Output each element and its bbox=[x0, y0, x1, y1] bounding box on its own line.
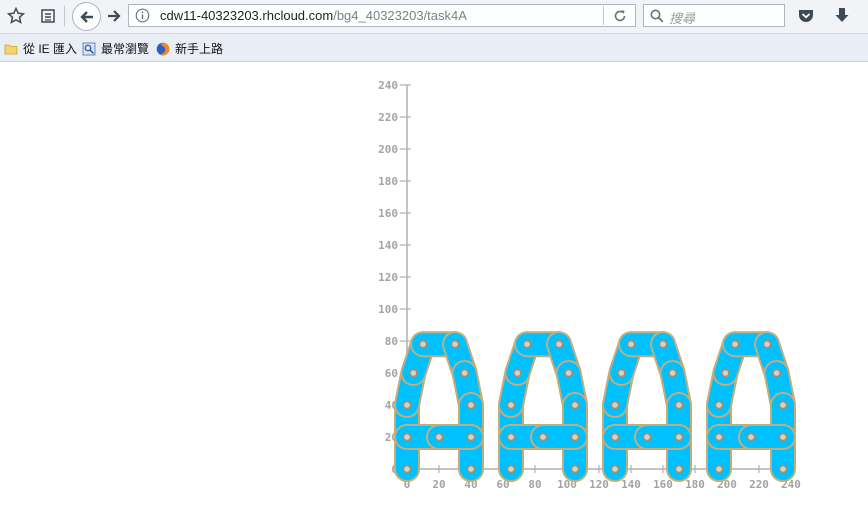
y-tick-label: 120 bbox=[378, 271, 398, 284]
x-tick-label: 160 bbox=[653, 478, 673, 491]
chain-pivot bbox=[409, 368, 418, 378]
bookmark-label: 從 IE 匯入 bbox=[23, 42, 78, 56]
downloads-icon[interactable] bbox=[832, 6, 852, 26]
y-tick-label: 100 bbox=[378, 303, 398, 316]
y-tick-label: 140 bbox=[378, 239, 398, 252]
y-tick-label: 80 bbox=[385, 335, 398, 348]
chain-pivot bbox=[772, 368, 781, 378]
chain-pivot bbox=[714, 464, 724, 474]
chain-pivot bbox=[570, 464, 580, 474]
y-tick-label: 160 bbox=[378, 207, 398, 220]
chain-pivot bbox=[778, 400, 788, 410]
chain-pivot bbox=[668, 368, 677, 378]
chain-pivot bbox=[642, 432, 652, 442]
search-bar[interactable]: 搜尋 bbox=[643, 4, 785, 27]
reload-icon[interactable] bbox=[611, 7, 629, 25]
chain-pivot bbox=[778, 464, 788, 474]
y-tick-label: 60 bbox=[385, 367, 398, 380]
browser-toolbar: cdw11-40323203.rhcloud.com/bg4_40323203/… bbox=[0, 0, 868, 34]
chain-pivot bbox=[466, 432, 476, 442]
bookmark-label: 新手上路 bbox=[175, 42, 224, 56]
y-tick-label: 220 bbox=[378, 111, 398, 124]
chain-pivot bbox=[564, 368, 573, 378]
letter-a bbox=[602, 331, 692, 482]
chain-pivot bbox=[730, 339, 740, 349]
url-host: cdw11-40323203.rhcloud.com bbox=[160, 8, 334, 23]
folder-icon bbox=[4, 42, 18, 56]
chain-pivot bbox=[402, 432, 412, 442]
bookmark-getting-started[interactable]: 新手上路 bbox=[156, 40, 223, 57]
chain-pivot bbox=[610, 432, 620, 442]
chain-pivot bbox=[466, 400, 476, 410]
toolbar-divider bbox=[64, 6, 65, 26]
bookmark-star-icon[interactable] bbox=[6, 6, 26, 26]
search-icon bbox=[649, 8, 665, 24]
firefox-icon bbox=[156, 42, 170, 56]
y-tick-label: 200 bbox=[378, 143, 398, 156]
chain-pivot bbox=[610, 464, 620, 474]
chain-pivot bbox=[746, 432, 756, 442]
url-path: /bg4_40323203/task4A bbox=[333, 8, 467, 23]
back-button[interactable] bbox=[72, 2, 101, 31]
letter-a bbox=[497, 331, 589, 482]
x-tick-label: 120 bbox=[589, 478, 609, 491]
bookmark-import-from-ie[interactable]: 從 IE 匯入 bbox=[4, 40, 77, 57]
url-divider bbox=[603, 6, 604, 25]
chain-pivot bbox=[674, 400, 684, 410]
chain-pivot bbox=[506, 464, 516, 474]
x-tick-label: 180 bbox=[685, 478, 705, 491]
chain-links bbox=[394, 331, 796, 482]
url-bar[interactable]: cdw11-40323203.rhcloud.com/bg4_40323203/… bbox=[128, 4, 636, 27]
y-tick-label: 240 bbox=[378, 79, 398, 92]
search-input[interactable]: 搜尋 bbox=[669, 8, 695, 27]
chain-pivot bbox=[674, 432, 684, 442]
chain-pivot bbox=[720, 368, 730, 378]
pocket-icon[interactable] bbox=[796, 7, 816, 25]
back-icon bbox=[79, 10, 93, 23]
chain-pivot bbox=[402, 464, 412, 474]
info-icon[interactable] bbox=[134, 7, 151, 24]
bookmark-label: 最常瀏覽 bbox=[101, 42, 150, 56]
chain-pivot bbox=[658, 339, 668, 349]
x-tick-label: 140 bbox=[621, 478, 641, 491]
chain-pivot bbox=[402, 400, 412, 410]
bookmarks-toolbar: 從 IE 匯入 最常瀏覽 新手上路 bbox=[0, 34, 868, 62]
chain-pivot bbox=[506, 400, 516, 410]
chain-pivot bbox=[466, 464, 476, 474]
chain-pivot bbox=[570, 432, 580, 442]
chain-pivot bbox=[418, 339, 428, 349]
chain-pivot bbox=[674, 464, 684, 474]
chain-pivot bbox=[616, 368, 626, 378]
chain-pivot bbox=[538, 432, 548, 442]
chain-pivot bbox=[512, 368, 522, 378]
x-tick-label: 20 bbox=[432, 478, 445, 491]
chain-pivot bbox=[554, 339, 564, 349]
letter-a bbox=[706, 331, 796, 482]
chain-pivot bbox=[522, 339, 532, 349]
chain-pivot bbox=[450, 339, 460, 349]
chain-pivot bbox=[434, 432, 444, 442]
y-tick-label: 180 bbox=[378, 175, 398, 188]
forward-icon[interactable] bbox=[105, 7, 123, 25]
bookmark-most-visited[interactable]: 最常瀏覽 bbox=[82, 40, 149, 57]
chain-pivot bbox=[626, 339, 636, 349]
chain-pivot bbox=[778, 432, 788, 442]
most-visited-icon bbox=[82, 42, 96, 56]
chain-pivot bbox=[506, 432, 516, 442]
url-text[interactable]: cdw11-40323203.rhcloud.com/bg4_40323203/… bbox=[160, 8, 467, 23]
chain-pivot bbox=[570, 400, 580, 410]
x-tick-label: 220 bbox=[749, 478, 769, 491]
chain-pivot bbox=[762, 339, 772, 349]
reading-list-icon[interactable] bbox=[38, 6, 58, 26]
x-tick-label: 80 bbox=[528, 478, 541, 491]
chain-pivot bbox=[714, 400, 724, 410]
chain-pivot bbox=[610, 400, 620, 410]
chain-pivot bbox=[460, 368, 469, 378]
chain-pivot bbox=[714, 432, 724, 442]
chain-chart: 0204060801001201401601802002202400204060… bbox=[378, 79, 801, 491]
